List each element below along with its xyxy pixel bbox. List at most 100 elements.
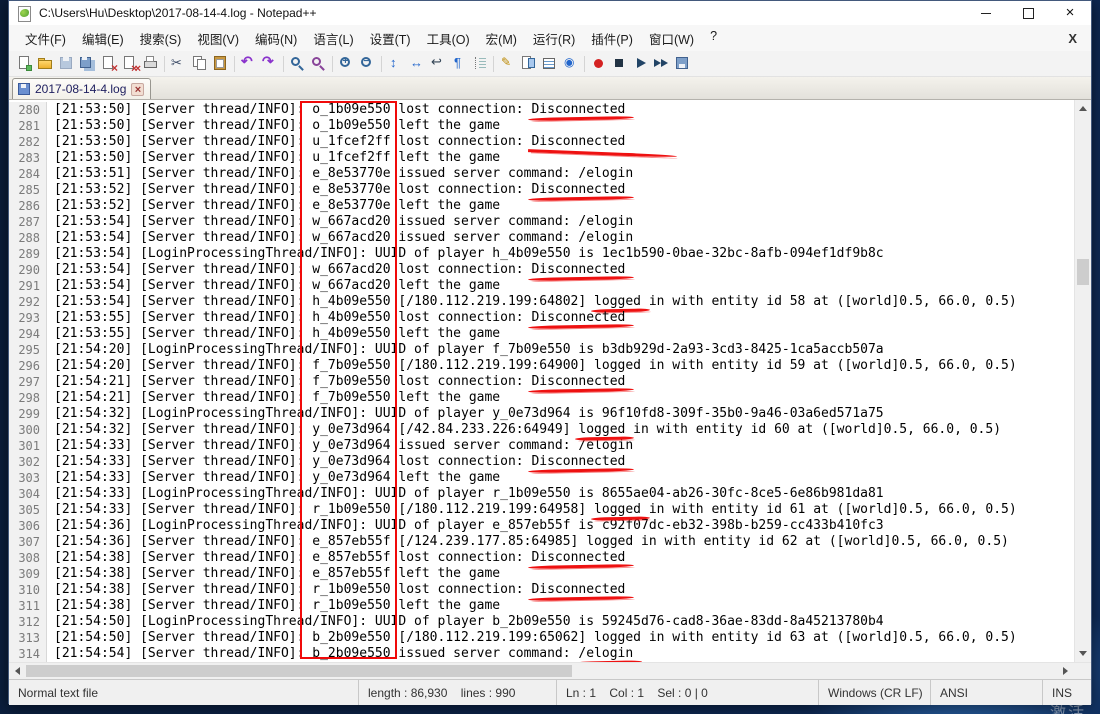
show-all-characters-button[interactable]	[448, 53, 469, 75]
paste-button[interactable]	[210, 53, 231, 75]
editor-area[interactable]: 280 [21:53:50] [Server thread/INFO]: o_1b…	[9, 100, 1091, 662]
minimize-button[interactable]	[965, 1, 1007, 25]
record-macro-button[interactable]	[588, 53, 609, 75]
new-file-button[interactable]	[14, 53, 35, 75]
stop-macro-button[interactable]	[609, 53, 630, 75]
line-number: 298	[9, 390, 47, 406]
function-list-button[interactable]	[539, 53, 560, 75]
line-number: 301	[9, 438, 47, 454]
log-lines[interactable]: 280 [21:53:50] [Server thread/INFO]: o_1b…	[9, 100, 1074, 662]
tab-2017-08-14-4-log[interactable]: 2017-08-14-4.log ×	[12, 78, 152, 99]
playback-macro-button[interactable]	[630, 53, 651, 75]
vertical-scroll-track[interactable]	[1075, 117, 1091, 645]
line-number: 290	[9, 262, 47, 278]
scrollbar-corner	[1074, 663, 1091, 679]
document-map-button[interactable]	[518, 53, 539, 75]
red-underline-annotation: Disconnected	[531, 102, 626, 117]
scroll-down-arrow[interactable]	[1075, 645, 1091, 662]
toolbar-separator	[493, 55, 494, 72]
word-wrap-button[interactable]	[427, 53, 448, 75]
menu-item[interactable]: 编码(N)	[247, 25, 305, 52]
tab-label: 2017-08-14-4.log	[35, 82, 127, 96]
menu-close-x[interactable]: X	[1062, 29, 1083, 48]
indent-guide-button[interactable]	[469, 53, 490, 75]
close-file-button[interactable]	[98, 53, 119, 75]
sync-vertical-scrolling-button[interactable]	[385, 53, 406, 75]
open-file-icon	[37, 55, 54, 72]
log-line: 300 [21:54:32] [Server thread/INFO]: y_0e…	[9, 422, 1074, 438]
maximize-button[interactable]	[1007, 1, 1049, 25]
save-all-button[interactable]	[77, 53, 98, 75]
log-text: [21:54:21] [Server thread/INFO]: f_7b09e…	[54, 374, 626, 389]
menu-item[interactable]: 工具(O)	[419, 25, 478, 52]
print-button[interactable]	[140, 53, 161, 75]
menu-item[interactable]: ?	[702, 25, 725, 52]
red-underline-annotation: logged	[578, 422, 626, 437]
scroll-up-arrow[interactable]	[1075, 100, 1091, 117]
sync-horizontal-scrolling-button[interactable]	[406, 53, 427, 75]
redo-button[interactable]	[259, 53, 280, 75]
menu-item[interactable]: 编辑(E)	[74, 25, 132, 52]
zoom-out-button[interactable]	[357, 53, 378, 75]
log-line: 305 [21:54:33] [Server thread/INFO]: r_1b…	[9, 502, 1074, 518]
vertical-scrollbar[interactable]	[1074, 100, 1091, 662]
log-text: [21:53:55] [Server thread/INFO]: h_4b09e…	[54, 326, 501, 341]
menu-item[interactable]: 宏(M)	[478, 25, 525, 52]
menu-item[interactable]: 文件(F)	[17, 25, 74, 52]
menu-item[interactable]: 窗口(W)	[641, 25, 702, 52]
status-cursor-position: Ln : 1 Col : 1 Sel : 0 | 0	[557, 680, 819, 705]
line-number: 296	[9, 358, 47, 374]
horizontal-scrollbar[interactable]	[9, 662, 1091, 679]
log-text: [21:53:54] [Server thread/INFO]: w_667ac…	[54, 230, 634, 245]
scroll-right-arrow[interactable]	[1057, 663, 1074, 679]
tab-close-icon[interactable]: ×	[131, 82, 145, 96]
save-all-icon	[79, 55, 96, 72]
red-underline-annotation: Disconnected	[531, 262, 626, 277]
toolbar-separator	[584, 55, 585, 72]
toolbar-separator	[332, 55, 333, 72]
vertical-scroll-thumb[interactable]	[1077, 259, 1089, 285]
menu-item[interactable]: 视图(V)	[189, 25, 247, 52]
status-insert-mode[interactable]: INS	[1043, 680, 1091, 705]
title-bar[interactable]: C:\Users\Hu\Desktop\2017-08-14-4.log - N…	[9, 1, 1091, 25]
line-number: 299	[9, 406, 47, 422]
find-button[interactable]	[287, 53, 308, 75]
playback-macro-icon	[632, 55, 649, 72]
log-text: [21:54:33] [Server thread/INFO]: y_0e73d…	[54, 454, 626, 469]
line-number: 288	[9, 230, 47, 246]
window-title: C:\Users\Hu\Desktop\2017-08-14-4.log - N…	[39, 6, 317, 20]
menu-item[interactable]: 插件(P)	[583, 25, 641, 52]
undo-button[interactable]	[238, 53, 259, 75]
cut-button[interactable]	[168, 53, 189, 75]
line-number: 280	[9, 102, 47, 118]
save-macro-button[interactable]	[672, 53, 693, 75]
menu-item[interactable]: 运行(R)	[525, 25, 583, 52]
log-text: [21:53:54] [Server thread/INFO]: w_667ac…	[54, 278, 501, 293]
log-text: [21:53:54] [Server thread/INFO]: w_667ac…	[54, 214, 634, 229]
sync-horizontal-scrolling-icon	[408, 55, 425, 72]
line-number: 310	[9, 582, 47, 598]
red-underline-annotation: Disconnected	[531, 454, 626, 469]
open-file-button[interactable]	[35, 53, 56, 75]
copy-button[interactable]	[189, 53, 210, 75]
menu-item[interactable]: 语言(L)	[305, 25, 361, 52]
close-all-button[interactable]	[119, 53, 140, 75]
user-defined-language-button[interactable]	[497, 53, 518, 75]
scroll-left-arrow[interactable]	[9, 663, 26, 679]
log-line: 285 [21:53:52] [Server thread/INFO]: e_8e…	[9, 182, 1074, 198]
horizontal-scroll-thumb[interactable]	[26, 665, 573, 677]
horizontal-scroll-track[interactable]	[26, 663, 1057, 679]
status-encoding[interactable]: ANSI	[931, 680, 1043, 705]
status-eol-format[interactable]: Windows (CR LF)	[819, 680, 931, 705]
log-text: [21:54:54] [Server thread/INFO]: b_2b09e…	[54, 646, 634, 661]
replace-button[interactable]	[308, 53, 329, 75]
log-text: [21:53:54] [Server thread/INFO]: h_4b09e…	[54, 294, 1017, 309]
close-button[interactable]: ×	[1049, 1, 1091, 25]
monitor-button[interactable]	[560, 53, 581, 75]
run-macro-multiple-button[interactable]	[651, 53, 672, 75]
save-file-button[interactable]	[56, 53, 77, 75]
zoom-in-button[interactable]	[336, 53, 357, 75]
log-line: 314 [21:54:54] [Server thread/INFO]: b_2b…	[9, 646, 1074, 662]
menu-item[interactable]: 设置(T)	[362, 25, 419, 52]
menu-item[interactable]: 搜索(S)	[132, 25, 190, 52]
